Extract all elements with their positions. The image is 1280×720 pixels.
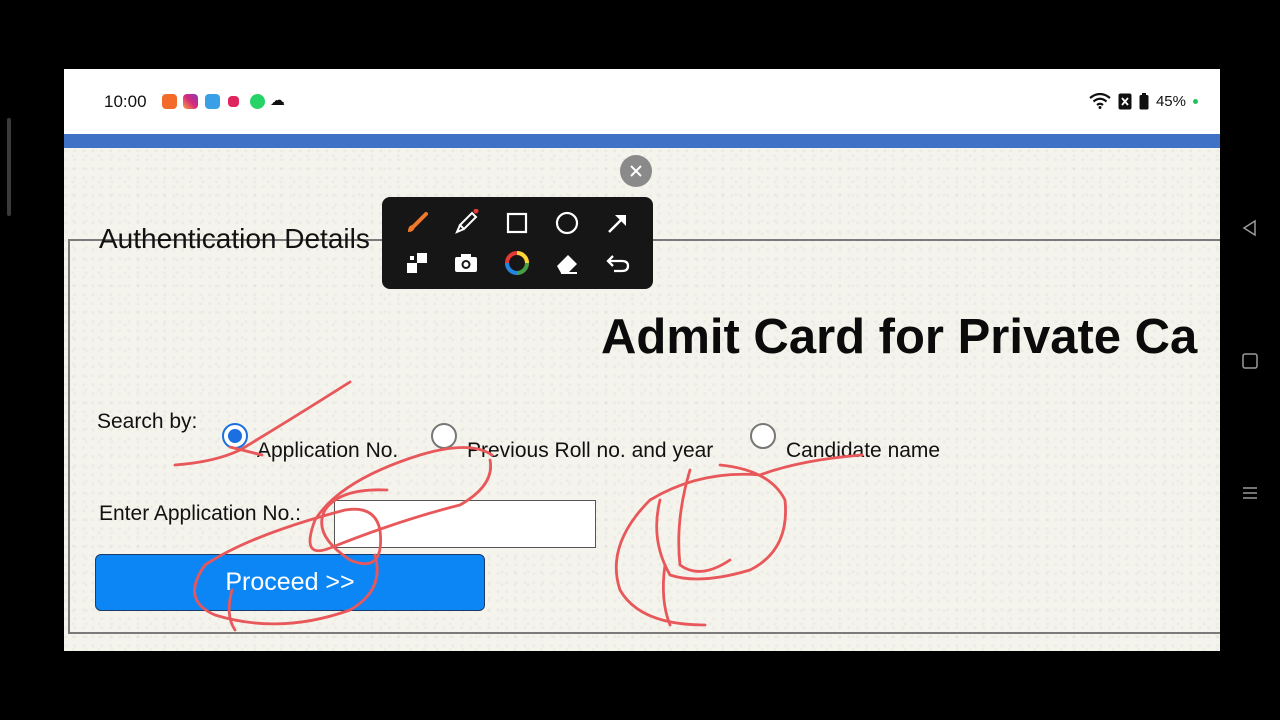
mosaic-icon[interactable] <box>399 245 435 281</box>
battery-percent: 45% <box>1155 92 1186 110</box>
instagram-icon <box>183 94 198 109</box>
arrow-icon[interactable] <box>600 205 636 241</box>
audio-app-icon <box>205 94 220 109</box>
application-no-input[interactable] <box>334 500 596 548</box>
wifi-icon <box>1089 93 1111 109</box>
header-band <box>64 134 1220 148</box>
sim-icon <box>1118 93 1132 109</box>
search-by-label: Search by: <box>97 410 198 433</box>
application-no-label: Enter Application No.: <box>99 502 301 525</box>
camera-icon[interactable] <box>448 245 484 281</box>
radio-label-application-no: Application No. <box>257 439 399 462</box>
nav-home-icon[interactable] <box>1240 351 1260 371</box>
privacy-indicator <box>1193 98 1198 104</box>
scroll-indicator <box>7 118 11 216</box>
proceed-button[interactable]: Proceed >> <box>95 554 485 611</box>
section-title: Authentication Details <box>99 223 370 254</box>
annotation-toolbar <box>382 197 653 289</box>
radio-previous-roll[interactable] <box>431 423 457 449</box>
undo-icon[interactable] <box>600 245 636 281</box>
radio-label-candidate-name: Candidate name <box>786 439 941 462</box>
cloud-icon: ☁ <box>270 92 285 109</box>
radio-candidate-name[interactable] <box>750 423 776 449</box>
close-icon[interactable] <box>620 155 652 187</box>
nav-back-icon[interactable] <box>1240 218 1260 238</box>
rectangle-icon[interactable] <box>499 205 535 241</box>
battery-icon <box>1139 92 1149 109</box>
color-picker-icon[interactable] <box>499 245 535 281</box>
page-heading: Admit Card for Private Ca <box>601 310 1198 364</box>
brush-icon[interactable] <box>399 205 435 241</box>
app-notification-icon <box>228 96 239 107</box>
radio-label-previous-roll: Previous Roll no. and year <box>467 439 714 462</box>
eraser-icon[interactable] <box>549 245 585 281</box>
app-notification-icon <box>162 94 177 109</box>
status-bar: 10:00 ☁ 45% <box>64 69 1220 134</box>
highlighter-icon[interactable] <box>448 205 484 241</box>
status-time: 10:00 <box>104 92 147 111</box>
circle-icon[interactable] <box>549 205 585 241</box>
whatsapp-icon <box>250 94 265 109</box>
status-icons: 45% <box>1089 91 1198 111</box>
nav-menu-icon[interactable] <box>1240 483 1260 503</box>
radio-application-no[interactable] <box>222 423 248 449</box>
